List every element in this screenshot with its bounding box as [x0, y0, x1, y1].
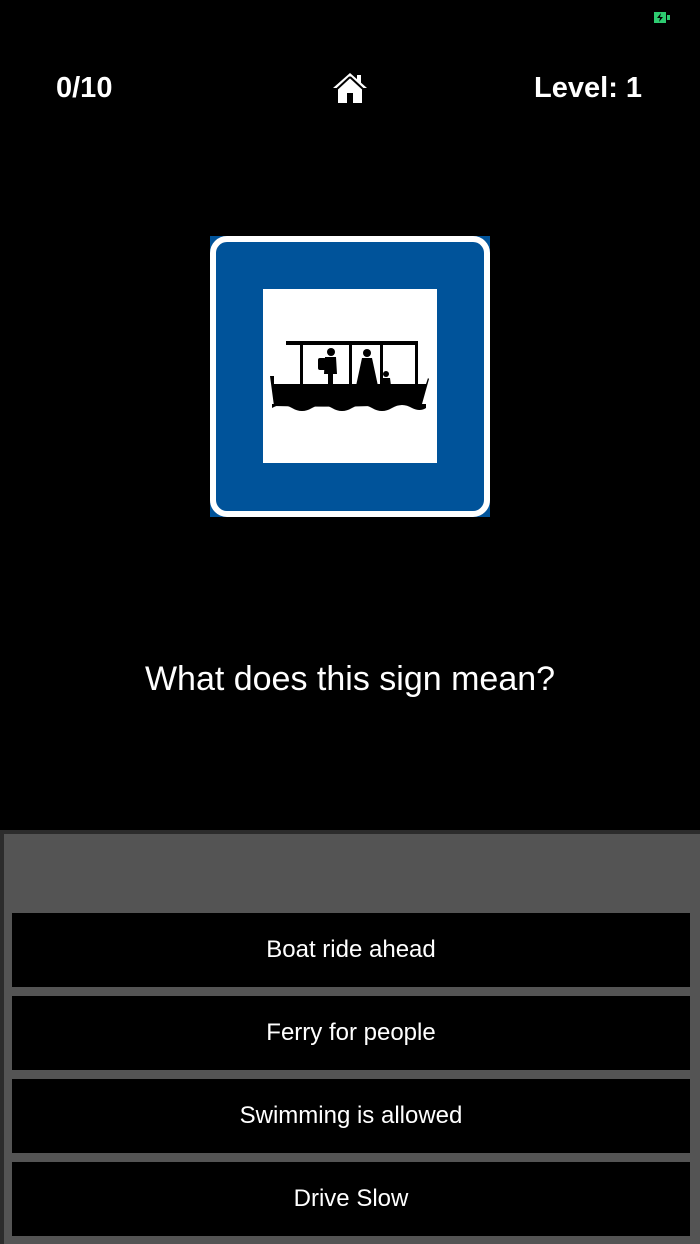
status-bar	[0, 0, 700, 36]
answer-option-3[interactable]: Swimming is allowed	[12, 1079, 690, 1153]
question-text: What does this sign mean?	[144, 660, 556, 698]
score-counter: 0/10	[56, 72, 113, 104]
home-button[interactable]	[330, 68, 370, 108]
home-icon	[333, 73, 367, 103]
answer-option-2[interactable]: Ferry for people	[12, 996, 690, 1070]
game-header: 0/10 Level: 1	[0, 60, 700, 120]
answers-panel: Boat ride ahead Ferry for people Swimmin…	[0, 830, 700, 1244]
level-value: 1	[625, 72, 642, 104]
answer-option-1[interactable]: Boat ride ahead	[12, 913, 690, 987]
battery-charging-icon	[654, 12, 670, 23]
ferry-sign-icon	[210, 236, 490, 517]
level-label: Level:	[534, 72, 618, 104]
answer-option-4[interactable]: Drive Slow	[12, 1162, 690, 1236]
level-indicator: Level: 1	[534, 72, 642, 105]
